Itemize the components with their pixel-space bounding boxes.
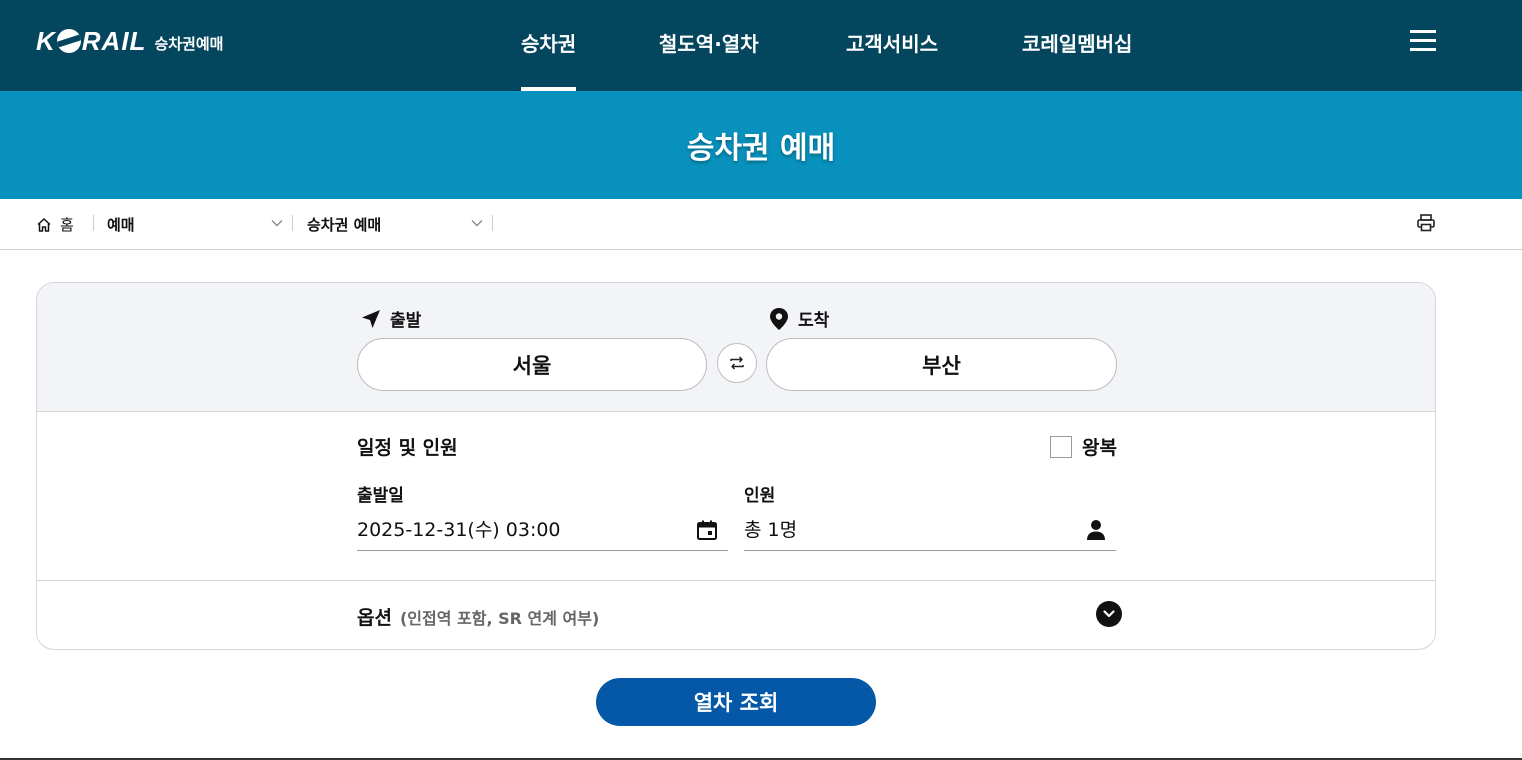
logo-o-mark-icon (56, 29, 81, 53)
station-selection-area: 출발 서울 도착 부산 (37, 283, 1435, 412)
location-pin-icon (770, 307, 788, 330)
booking-card: 출발 서울 도착 부산 일정 및 인원 왕복 출발일 2025-12-31(수)… (36, 282, 1436, 650)
nav-item-customer-service[interactable]: 고객서비스 (846, 28, 938, 57)
options-subtitle: (인접역 포함, SR 연계 여부) (399, 609, 600, 628)
arrival-label: 도착 (798, 311, 830, 331)
swap-arrows-icon (730, 356, 744, 370)
arrival-station-button[interactable]: 부산 (766, 338, 1117, 391)
page-title: 승차권 예매 (686, 131, 836, 166)
korail-logo[interactable]: K RAIL 승차권예매 (36, 26, 223, 56)
breadcrumb-home[interactable]: 홈 (36, 214, 74, 235)
roundtrip-label: 왕복 (1082, 437, 1117, 459)
passenger-label: 인원 (744, 486, 776, 506)
navigation-arrow-icon (362, 309, 380, 328)
departure-date-label: 출발일 (357, 486, 404, 506)
hamburger-icon[interactable] (1410, 30, 1438, 52)
logo-letters-rail: RAIL (81, 26, 147, 56)
search-trains-button[interactable]: 열차 조회 (596, 678, 876, 726)
page-title-band: 승차권 예매 (0, 91, 1522, 199)
breadcrumb-divider (93, 215, 94, 231)
breadcrumb-divider (492, 215, 493, 231)
breadcrumb-level1[interactable]: 예매 (107, 214, 135, 235)
chevron-down-icon (1103, 610, 1115, 618)
options-row[interactable]: 옵션 (인접역 포함, SR 연계 여부) (357, 603, 599, 630)
chevron-down-icon[interactable] (470, 216, 484, 230)
breadcrumb: 홈 예매 승차권 예매 (0, 199, 1522, 250)
options-title: 옵션 (357, 607, 392, 629)
departure-station-button[interactable]: 서울 (357, 338, 707, 391)
printer-icon[interactable] (1416, 213, 1436, 233)
section-divider (37, 580, 1435, 581)
nav-item-membership[interactable]: 코레일멤버십 (1022, 28, 1132, 57)
departure-label: 출발 (390, 311, 422, 331)
logo-subtitle: 승차권예매 (154, 34, 224, 53)
logo-letter-k: K (36, 26, 56, 56)
breadcrumb-level2[interactable]: 승차권 예매 (307, 214, 381, 235)
arrival-label-wrap: 도착 (768, 306, 829, 331)
roundtrip-toggle[interactable]: 왕복 (1050, 433, 1117, 460)
breadcrumb-home-label: 홈 (60, 216, 74, 234)
calendar-icon (697, 520, 717, 540)
nav-item-stations-trains[interactable]: 철도역·열차 (659, 28, 759, 57)
home-icon (37, 217, 51, 232)
nav-item-ticket[interactable]: 승차권 (521, 28, 577, 91)
departure-date-field[interactable]: 2025-12-31(수) 03:00 (357, 507, 728, 551)
top-navigation-bar: K RAIL 승차권예매 승차권 철도역·열차 고객서비스 코레일멤버십 (0, 0, 1522, 91)
logo-wordmark: K RAIL (36, 26, 146, 56)
departure-date-value: 2025-12-31(수) 03:00 (357, 519, 561, 541)
passenger-value: 총 1명 (744, 519, 798, 541)
breadcrumb-divider (292, 215, 293, 231)
roundtrip-checkbox[interactable] (1050, 435, 1072, 458)
passenger-field[interactable]: 총 1명 (744, 507, 1116, 551)
departure-label-wrap: 출발 (360, 306, 421, 331)
chevron-down-icon[interactable] (270, 216, 284, 230)
swap-stations-button[interactable] (717, 343, 757, 383)
chevron-down-circle-icon[interactable] (1096, 601, 1122, 627)
schedule-section-title: 일정 및 인원 (357, 437, 458, 459)
person-icon (1087, 520, 1105, 540)
